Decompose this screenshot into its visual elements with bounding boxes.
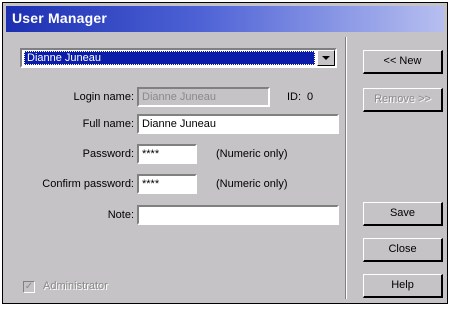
confirm-password-field[interactable]: **** <box>137 174 197 194</box>
note-field[interactable] <box>137 205 339 225</box>
confirm-password-label: Confirm password: <box>42 178 134 190</box>
window-title: User Manager <box>12 10 107 26</box>
full-name-field[interactable]: Dianne Juneau <box>137 114 339 134</box>
user-select-dropdown[interactable]: Dianne Juneau <box>20 48 337 68</box>
administrator-checkbox[interactable]: ✓ <box>23 281 35 293</box>
user-select-value: Dianne Juneau <box>24 51 315 65</box>
vertical-separator <box>345 37 347 299</box>
password-field[interactable]: **** <box>137 144 197 164</box>
login-name-field: Dianne Juneau <box>137 87 270 107</box>
title-bar[interactable]: User Manager <box>6 6 444 32</box>
save-button[interactable]: Save <box>363 202 443 226</box>
confirm-password-hint: (Numeric only) <box>216 178 288 190</box>
new-button[interactable]: << New <box>363 50 443 74</box>
password-hint: (Numeric only) <box>216 148 288 160</box>
remove-button[interactable]: Remove >> <box>363 88 443 112</box>
login-name-label: Login name: <box>73 91 134 103</box>
help-button[interactable]: Help <box>363 274 443 298</box>
full-name-label: Full name: <box>82 118 134 130</box>
close-button[interactable]: Close <box>363 238 443 262</box>
user-manager-window: User Manager Dianne Juneau Login name: D… <box>2 2 448 304</box>
note-label: Note: <box>107 209 134 221</box>
password-label: Password: <box>82 148 134 160</box>
id-label: ID: <box>287 91 302 103</box>
id-value: 0 <box>307 91 314 103</box>
chevron-down-icon[interactable] <box>317 50 335 66</box>
checkmark-icon: ✓ <box>24 281 34 292</box>
administrator-label: Administrator <box>43 280 108 292</box>
